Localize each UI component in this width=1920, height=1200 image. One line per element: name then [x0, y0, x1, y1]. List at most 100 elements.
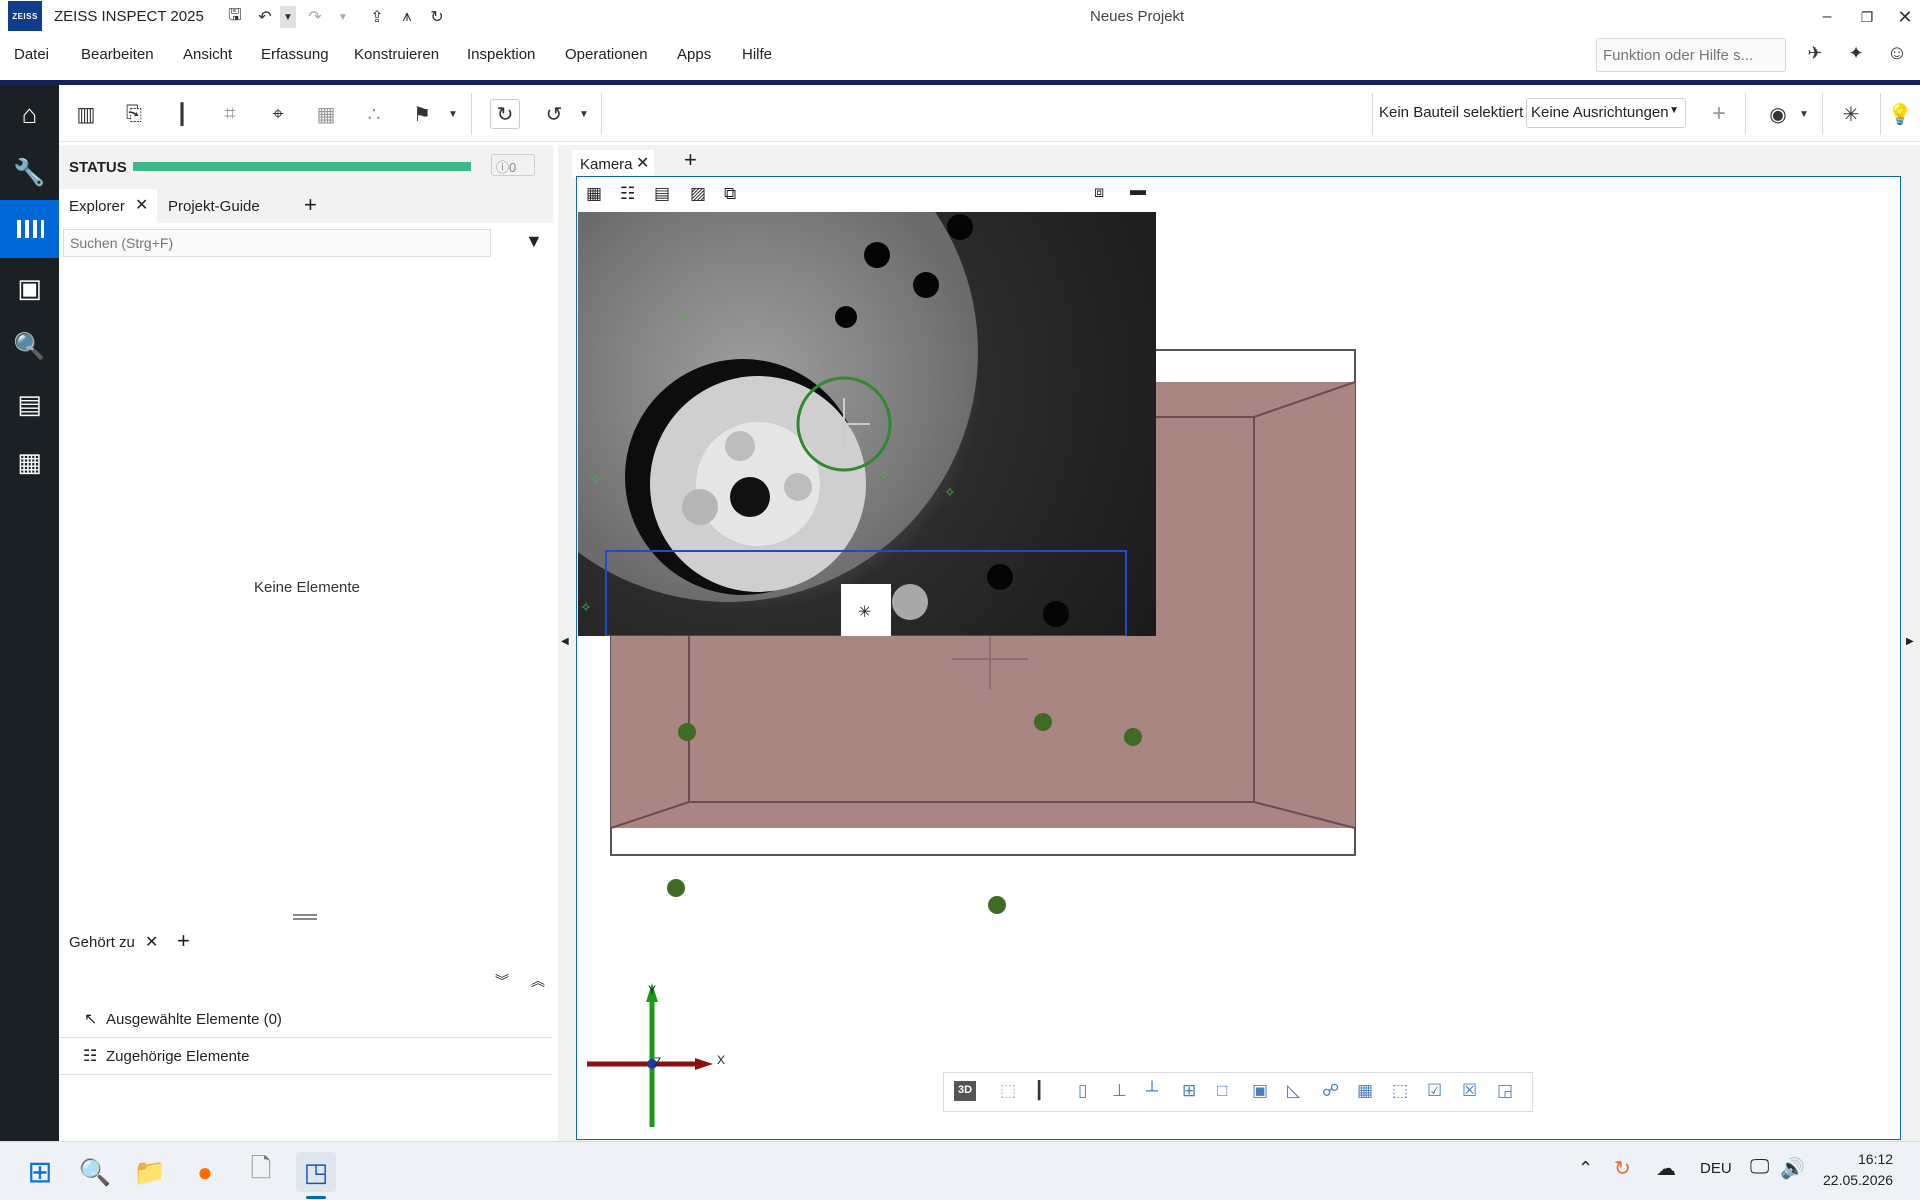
menu-konstruieren[interactable]: Konstruieren — [354, 46, 439, 63]
view-3d-button[interactable]: 3D — [954, 1081, 976, 1101]
reference-point[interactable] — [667, 879, 685, 897]
close-tab-icon[interactable]: ✕ — [135, 195, 148, 215]
select-tool-icon[interactable]: □ — [1217, 1081, 1227, 1101]
undo-dropdown-icon[interactable]: ▼ — [280, 6, 296, 28]
export-icon[interactable]: ⇪ — [366, 6, 388, 28]
apps-grid-icon[interactable]: ▦ — [0, 433, 59, 491]
select-tool-icon[interactable]: ▯ — [1078, 1081, 1087, 1101]
select-tool-icon[interactable]: ◺ — [1287, 1081, 1300, 1101]
clock-time[interactable]: 16:12 — [1858, 1151, 1893, 1167]
refresh-icon[interactable]: ↻ — [490, 99, 520, 129]
layout-icon[interactable]: ▥ — [71, 99, 101, 129]
select-tool-icon[interactable]: ⊥ — [1112, 1081, 1127, 1101]
menu-inspektion[interactable]: Inspektion — [467, 46, 535, 63]
select-tool-icon[interactable]: ☑ — [1427, 1081, 1442, 1101]
zeiss-inspect-taskbar-icon[interactable]: ◳ — [296, 1152, 336, 1192]
cloud-off-icon[interactable]: ☁ — [1656, 1156, 1676, 1181]
splitter-handle[interactable] — [293, 914, 317, 920]
flag-dropdown-icon[interactable]: ▼ — [438, 99, 468, 129]
tab-kamera[interactable]: Kamera ✕ — [572, 150, 654, 178]
sync-icon[interactable]: ↻ — [1614, 1156, 1631, 1181]
taskbar-search-icon[interactable]: 🔍 — [75, 1152, 115, 1192]
language-indicator[interactable]: DEU — [1700, 1160, 1732, 1177]
rocket-icon[interactable]: ✈ — [1804, 42, 1826, 64]
inspect-workspace-icon[interactable] — [0, 200, 59, 258]
import-icon[interactable]: ▦ — [311, 99, 341, 129]
close-icon[interactable]: ✕ — [1894, 6, 1916, 28]
save-icon[interactable]: 🖫 — [224, 6, 246, 28]
menu-bearbeiten[interactable]: Bearbeiten — [81, 46, 154, 63]
select-tool-icon[interactable]: ▦ — [1357, 1081, 1373, 1101]
maximize-icon[interactable]: ▬ — [1130, 182, 1146, 200]
file-explorer-icon[interactable]: 📁 — [130, 1152, 170, 1192]
target-icon[interactable]: ⌖ — [263, 99, 293, 129]
camera-image[interactable]: ✧ ✧ ✧ ✧ ✧ ✳ — [578, 212, 1156, 636]
select-tool-icon[interactable]: ◲ — [1497, 1081, 1513, 1101]
close-tab-icon[interactable]: ✕ — [636, 153, 649, 173]
display-icon[interactable]: 🖵 — [1750, 1156, 1769, 1179]
collapse-all-icon[interactable]: ︽ — [531, 971, 545, 991]
close-tab-icon[interactable]: ✕ — [145, 932, 158, 952]
explorer-search-input[interactable] — [63, 229, 491, 257]
expand-all-icon[interactable]: ︾ — [495, 971, 509, 991]
list-item[interactable]: ☷ Zugehörige Elemente — [59, 1038, 553, 1075]
undo-icon[interactable]: ↶ — [254, 6, 276, 28]
tab-projekt-guide[interactable]: Projekt-Guide — [168, 198, 260, 215]
collapse-left-icon[interactable]: ◀ — [561, 636, 569, 647]
share-icon[interactable]: ⩚ — [396, 6, 418, 28]
alignment-select[interactable]: Keine Ausrichtungen ▼ — [1526, 98, 1686, 128]
add-element-icon[interactable]: ⎘ — [119, 99, 149, 129]
menu-hilfe[interactable]: Hilfe — [742, 46, 772, 63]
grid-icon[interactable]: ▦ — [586, 184, 602, 204]
tab-explorer[interactable]: Explorer ✕ — [59, 189, 157, 223]
reference-point[interactable] — [1034, 713, 1052, 731]
menu-erfassung[interactable]: Erfassung — [261, 46, 329, 63]
crop-icon[interactable]: ⌗ — [215, 99, 245, 129]
monitor-icon[interactable]: ▤ — [654, 184, 670, 204]
hatch-icon[interactable]: ▨ — [690, 184, 706, 204]
recalc-icon[interactable]: ↺ — [539, 99, 569, 129]
select-rect-icon[interactable]: ⬚ — [1000, 1081, 1016, 1101]
clock-date[interactable]: 22.05.2026 — [1823, 1172, 1893, 1188]
list-item[interactable]: ↖ Ausgewählte Elemente (0) — [59, 1001, 553, 1038]
addon-puzzle-icon[interactable]: ✦ — [1845, 42, 1867, 64]
firefox-icon[interactable]: ● — [185, 1152, 225, 1192]
home-icon[interactable]: ⌂ — [0, 85, 59, 143]
camera-switch-icon[interactable]: ⧉ — [724, 184, 736, 204]
menu-ansicht[interactable]: Ansicht — [183, 46, 232, 63]
report-icon[interactable]: ▤ — [0, 375, 59, 433]
add-tab-icon[interactable]: + — [304, 192, 317, 218]
sensor-dropdown-icon[interactable]: ▼ — [1789, 99, 1819, 129]
redo-icon[interactable]: ↷ — [304, 6, 326, 28]
collapse-right-icon[interactable]: ▶ — [1906, 636, 1914, 647]
section-icon[interactable]: ┃ — [1034, 1081, 1044, 1101]
add-tab-icon[interactable]: + — [684, 147, 697, 173]
light-icon[interactable]: 💡 — [1885, 99, 1915, 129]
restore-icon[interactable]: ❐ — [1856, 6, 1878, 28]
barcode-icon[interactable]: ┃ — [167, 99, 197, 129]
select-tool-icon[interactable]: ⬚ — [1392, 1081, 1408, 1101]
reference-point[interactable] — [988, 896, 1006, 914]
menu-datei[interactable]: Datei — [14, 46, 49, 63]
picture-in-picture-icon[interactable]: ⧈ — [1094, 184, 1104, 202]
account-icon[interactable]: ☺ — [1886, 42, 1908, 64]
camera-icon[interactable]: ▣ — [0, 259, 59, 317]
volume-icon[interactable]: 🔊 — [1780, 1156, 1805, 1181]
info-counter[interactable]: ⓘ0 — [491, 154, 535, 176]
select-tool-icon[interactable]: ☒ — [1462, 1081, 1477, 1101]
tray-expand-icon[interactable]: ⌃ — [1578, 1158, 1593, 1179]
select-tool-icon[interactable]: ┴ — [1146, 1081, 1158, 1101]
menu-operationen[interactable]: Operationen — [565, 46, 648, 63]
add-alignment-icon[interactable]: + — [1704, 99, 1734, 129]
minimize-icon[interactable]: – — [1816, 6, 1838, 28]
select-tool-icon[interactable]: ☍ — [1322, 1081, 1339, 1101]
reference-point[interactable] — [1124, 728, 1142, 746]
points-icon[interactable]: ∴ — [359, 99, 389, 129]
menu-apps[interactable]: Apps — [677, 46, 711, 63]
select-tool-icon[interactable]: ⊞ — [1182, 1081, 1196, 1101]
tab-gehoert-zu[interactable]: Gehört zu ✕ — [59, 923, 158, 957]
reference-point[interactable] — [678, 723, 696, 741]
document-icon[interactable]: 🗋 — [241, 1152, 281, 1192]
add-tab-icon[interactable]: + — [177, 928, 190, 954]
filter-icon[interactable]: ▼ — [525, 231, 543, 252]
